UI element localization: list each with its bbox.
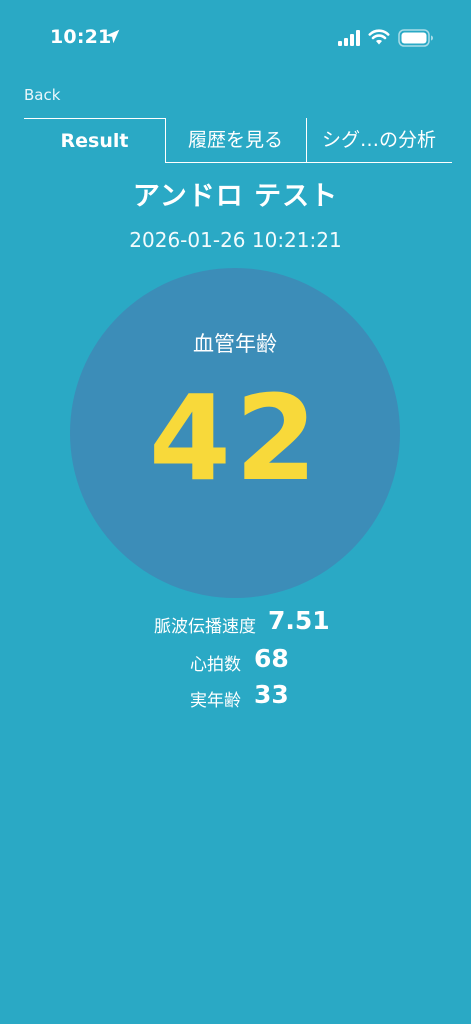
tab-history[interactable]: 履歴を見る <box>165 118 307 163</box>
tab-result[interactable]: Result <box>24 118 166 163</box>
test-datetime: 2026-01-26 10:21:21 <box>129 228 342 252</box>
pwv-value: 7.51 <box>268 606 330 635</box>
tab-signal-analysis[interactable]: シグ…の分析 <box>306 118 452 163</box>
back-button[interactable]: Back <box>24 86 60 104</box>
test-title: アンドロ テスト <box>132 181 339 212</box>
location-arrow-icon <box>105 29 120 44</box>
battery-icon <box>398 29 433 47</box>
cellular-signal-icon <box>338 30 360 46</box>
pwv-label: 脈波伝播速度 <box>154 617 256 637</box>
tab-bar: Result 履歴を見る シグ…の分析 <box>24 118 452 164</box>
vessel-age-label: 血管年齢 <box>193 332 277 356</box>
heart-rate-value: 68 <box>254 644 289 673</box>
status-time: 10:21 <box>50 26 112 48</box>
metric-row-heart-rate: 心拍数 68 <box>0 642 471 678</box>
actual-age-label: 実年齢 <box>190 691 241 711</box>
status-bar: 10:21 <box>0 0 471 76</box>
vessel-age-circle: 血管年齢 42 <box>70 268 400 598</box>
vessel-age-value: 42 <box>148 369 322 507</box>
metric-row-pwv: 脈波伝播速度 7.51 <box>0 604 471 640</box>
wifi-icon <box>368 29 390 45</box>
actual-age-value: 33 <box>254 680 289 709</box>
heart-rate-label: 心拍数 <box>190 655 241 675</box>
metric-row-actual-age: 実年齢 33 <box>0 678 471 714</box>
